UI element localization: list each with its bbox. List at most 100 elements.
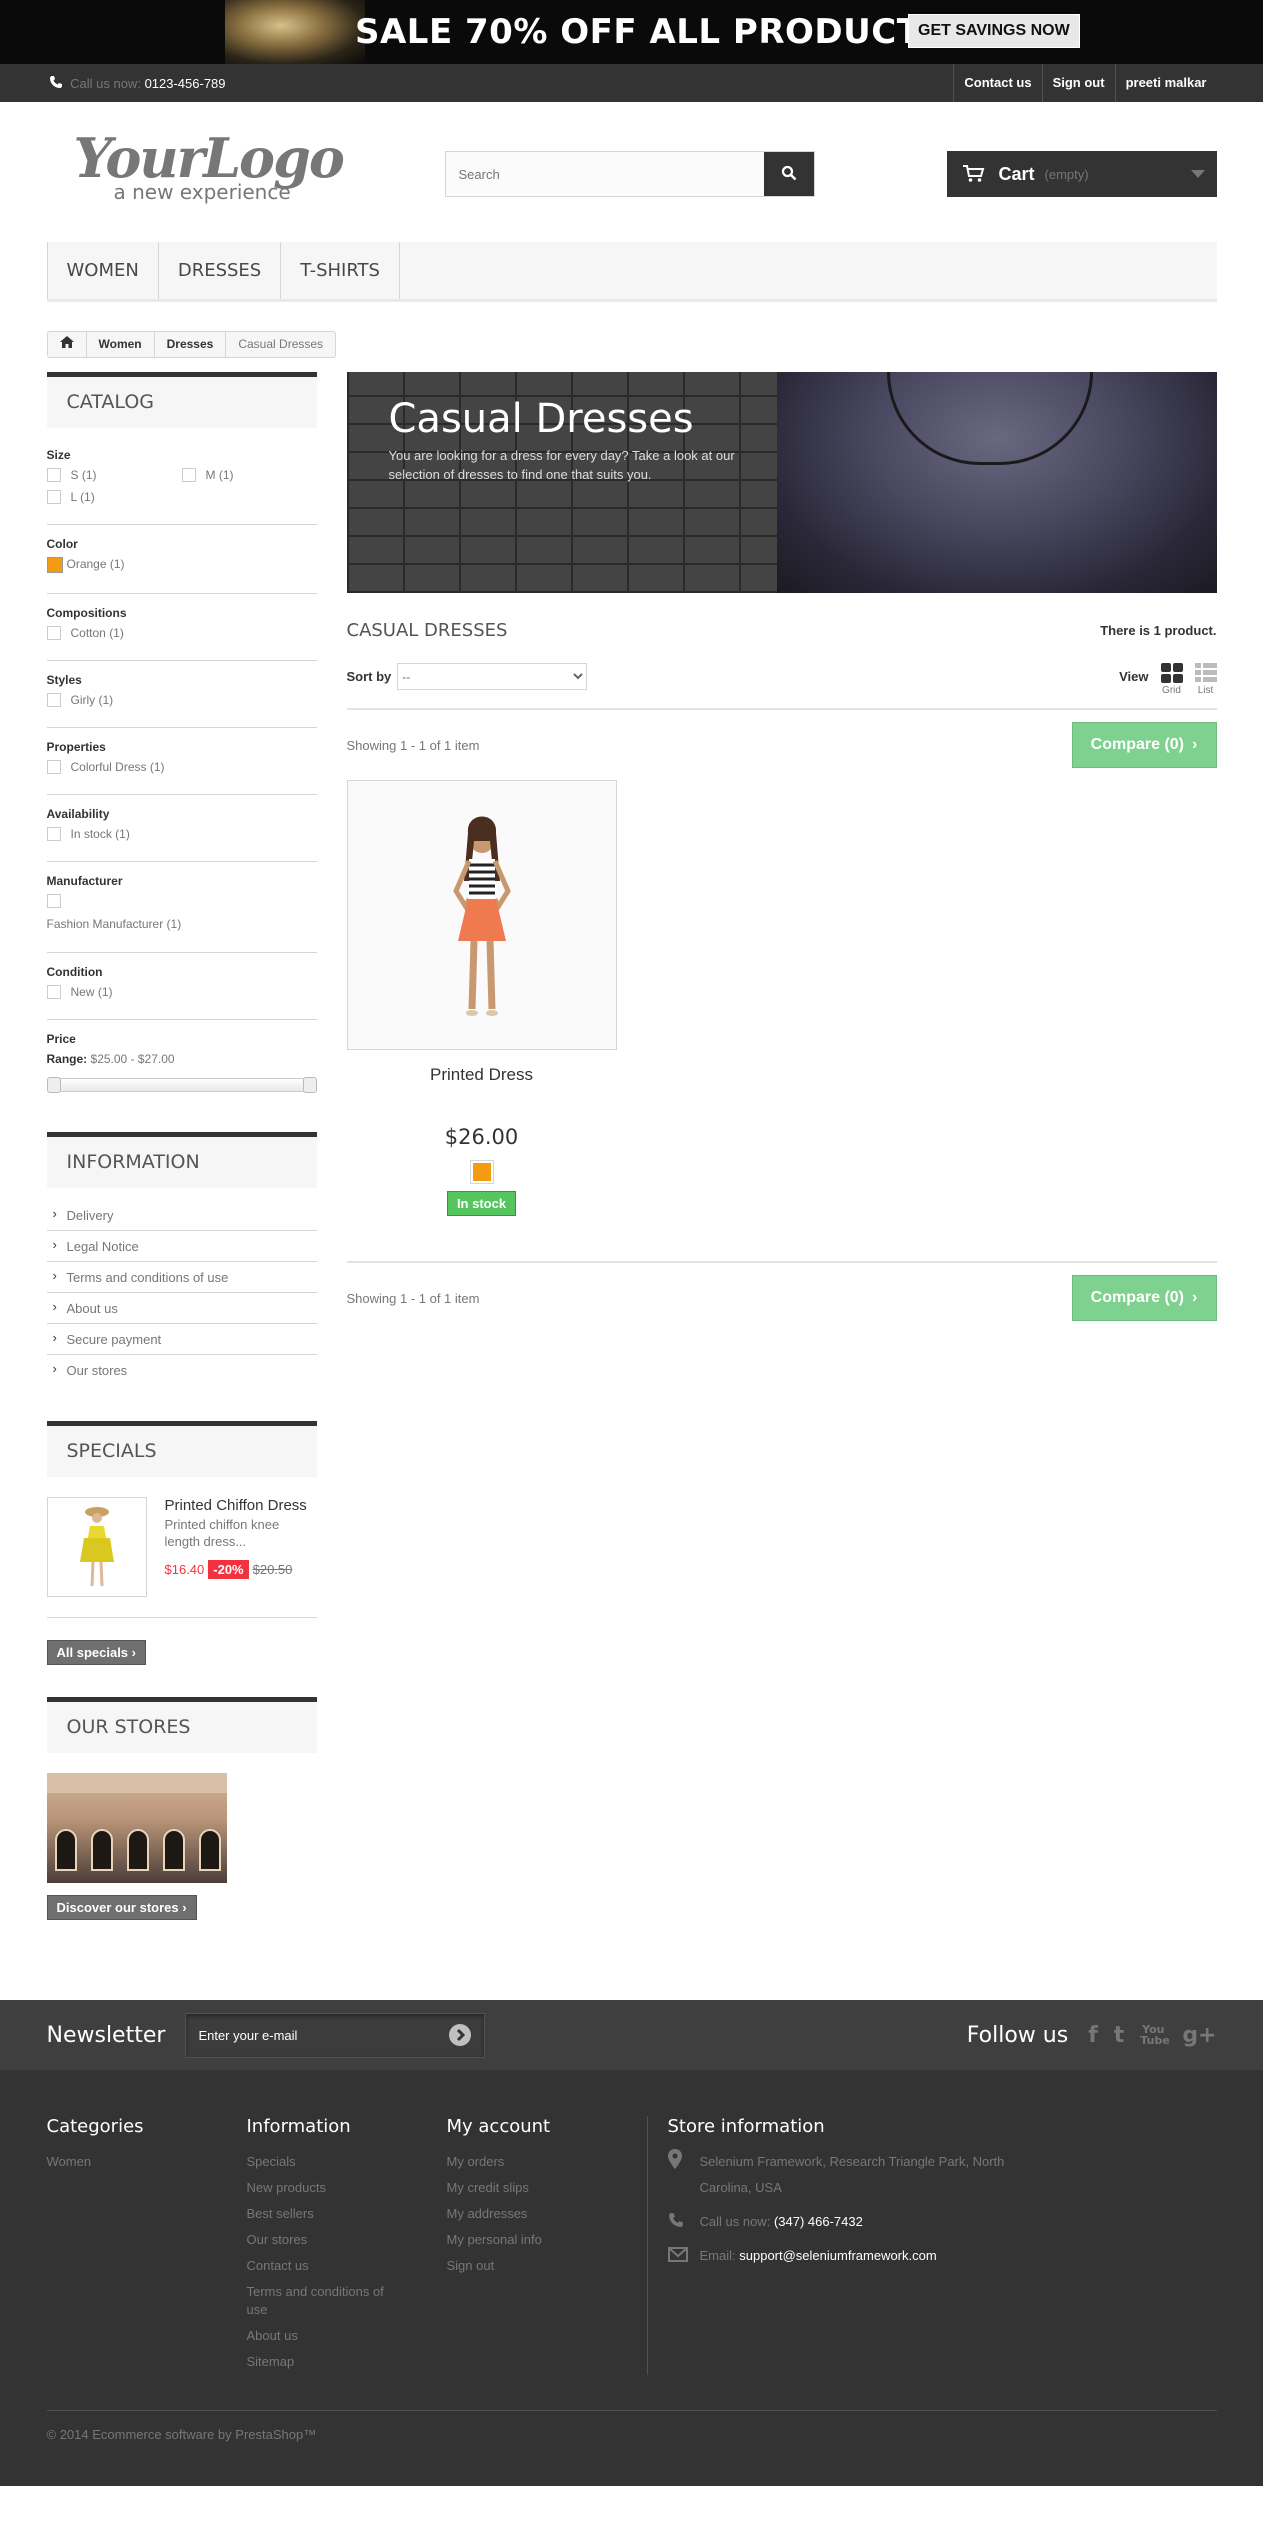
breadcrumb-women[interactable]: Women — [87, 332, 155, 357]
slider-handle-min[interactable] — [46, 1077, 61, 1093]
store-email[interactable]: support@seleniumframework.com — [739, 2248, 936, 2263]
footer-link[interactable]: Contact us — [247, 2253, 447, 2279]
footer-link[interactable]: About us — [247, 2323, 447, 2349]
store-window — [162, 1829, 185, 1871]
footer-link[interactable]: New products — [247, 2175, 447, 2201]
sort-label: Sort by — [346, 669, 392, 684]
footer-link[interactable]: My credit slips — [447, 2175, 647, 2201]
phone-icon — [668, 2209, 700, 2235]
sort-select[interactable]: -- — [397, 663, 588, 690]
compare-label: Compare (0) — [1090, 1289, 1185, 1306]
grid-view-button[interactable]: Grid — [1160, 663, 1183, 696]
breadcrumb-dresses[interactable]: Dresses — [155, 332, 227, 357]
footer-link[interactable]: Our stores — [247, 2227, 447, 2253]
footer-link[interactable]: My orders — [447, 2149, 647, 2175]
cart-label: Cart — [998, 163, 1035, 184]
checkbox[interactable] — [46, 468, 61, 482]
info-link-about[interactable]: About us — [46, 1293, 317, 1324]
filter-option-s[interactable]: S (1) — [46, 468, 182, 482]
store-image[interactable] — [46, 1773, 227, 1883]
footer-link[interactable]: Best sellers — [247, 2201, 447, 2227]
logo-main: YourLogo — [73, 126, 345, 190]
specials-product-name[interactable]: Printed Chiffon Dress — [165, 1497, 317, 1514]
footer-link[interactable]: Specials — [247, 2149, 447, 2175]
newsletter-placeholder[interactable]: Enter your e-mail — [198, 2028, 448, 2043]
price-range-label: Range: — [46, 1052, 88, 1066]
option-label: Girly (1) — [70, 693, 114, 707]
banner-model-image — [225, 0, 365, 64]
product-image[interactable] — [346, 780, 617, 1050]
slider-handle-max[interactable] — [302, 1077, 317, 1093]
price-slider[interactable] — [46, 1077, 317, 1093]
checkbox[interactable] — [46, 985, 61, 999]
all-specials-button[interactable]: All specials › — [46, 1640, 146, 1665]
checkbox[interactable] — [46, 827, 61, 841]
menu-item-tshirts[interactable]: T-SHIRTS — [281, 242, 400, 299]
filter-option-m[interactable]: M (1) — [181, 468, 317, 482]
grid-icon — [1160, 663, 1183, 683]
specials-product-desc: Printed chiffon knee length dress... — [164, 1517, 280, 1549]
menu-item-women[interactable]: WOMEN — [46, 242, 159, 299]
footer-link[interactable]: My personal info — [447, 2227, 647, 2253]
youtube-icon[interactable]: You Tube — [1140, 2024, 1169, 2046]
filter-option-colorful[interactable]: Colorful Dress (1) — [46, 760, 317, 774]
sign-out-link[interactable]: Sign out — [1041, 64, 1115, 102]
option-label: S (1) — [70, 468, 97, 482]
twitter-icon[interactable]: t — [1114, 2023, 1125, 2048]
footer-account-title: My account — [446, 2116, 551, 2137]
filter-option-new[interactable]: New (1) — [46, 985, 317, 999]
account-link[interactable]: preeti malkar — [1114, 64, 1217, 102]
compare-button[interactable]: Compare (0) › — [1071, 722, 1217, 768]
footer-link[interactable]: Women — [47, 2149, 247, 2175]
home-icon[interactable] — [48, 332, 87, 357]
filter-size: Size S (1) M (1) L (1) — [46, 448, 317, 525]
checkbox[interactable] — [46, 894, 61, 908]
filter-title: Manufacturer — [46, 874, 123, 888]
get-savings-button[interactable]: GET SAVINGS NOW — [908, 14, 1080, 48]
filter-option-orange[interactable]: Orange (1) — [46, 557, 317, 573]
footer-link[interactable]: Sitemap — [247, 2349, 447, 2375]
facebook-icon[interactable]: f — [1088, 2023, 1098, 2048]
cart-button[interactable]: Cart (empty) — [946, 151, 1217, 197]
info-link-stores[interactable]: Our stores — [47, 1355, 317, 1385]
info-link-payment[interactable]: Secure payment — [46, 1324, 317, 1355]
filter-option-l[interactable]: L (1) — [46, 490, 182, 504]
filter-option-girly[interactable]: Girly (1) — [46, 693, 317, 707]
google-plus-icon[interactable]: g+ — [1182, 2023, 1216, 2048]
newsletter-field[interactable]: Enter your e-mail — [185, 2012, 486, 2058]
checkbox[interactable] — [46, 626, 61, 640]
cart-status: (empty) — [1044, 166, 1089, 182]
info-link-legal[interactable]: Legal Notice — [46, 1231, 317, 1262]
specials-product-image[interactable] — [46, 1497, 147, 1597]
info-link-delivery[interactable]: Delivery — [46, 1200, 317, 1231]
logo[interactable]: YourLogo a new experience — [74, 128, 364, 208]
filter-option-in-stock[interactable]: In stock (1) — [46, 827, 317, 841]
contact-us-link[interactable]: Contact us — [953, 64, 1041, 102]
checkbox[interactable] — [46, 693, 61, 707]
search-button[interactable] — [763, 152, 814, 196]
option-label: Cotton (1) — [70, 626, 124, 640]
filter-option-manufacturer[interactable]: Fashion Manufacturer (1) — [46, 894, 317, 932]
footer-link[interactable]: My addresses — [447, 2201, 647, 2227]
product-color-swatch[interactable] — [469, 1160, 494, 1184]
info-link-terms[interactable]: Terms and conditions of use — [46, 1262, 317, 1293]
checkbox[interactable] — [181, 468, 196, 482]
specials-title: SPECIALS — [46, 1421, 317, 1477]
checkbox[interactable] — [46, 490, 61, 504]
footer-link[interactable]: Sign out — [447, 2253, 647, 2279]
color-swatch[interactable] — [46, 557, 63, 573]
arrow-right-circle-icon[interactable] — [448, 2023, 472, 2047]
filter-option-cotton[interactable]: Cotton (1) — [46, 626, 317, 640]
search-input[interactable] — [445, 152, 764, 196]
footer-link[interactable]: Terms and conditions of use — [247, 2279, 407, 2323]
menu-item-dresses[interactable]: DRESSES — [159, 242, 282, 299]
compare-button-bottom[interactable]: Compare (0) › — [1071, 1275, 1217, 1321]
list-view-button[interactable]: List — [1194, 663, 1217, 696]
discover-stores-button[interactable]: Discover our stores › — [46, 1895, 197, 1920]
view-label: View — [1119, 669, 1149, 684]
information-title: INFORMATION — [46, 1132, 317, 1188]
checkbox[interactable] — [46, 760, 61, 774]
promo-banner[interactable]: SALE 70% OFF ALL PRODUCTS GET SAVINGS NO… — [0, 0, 1263, 64]
product-name[interactable]: Printed Dress — [347, 1065, 617, 1085]
option-label: M (1) — [205, 468, 234, 482]
